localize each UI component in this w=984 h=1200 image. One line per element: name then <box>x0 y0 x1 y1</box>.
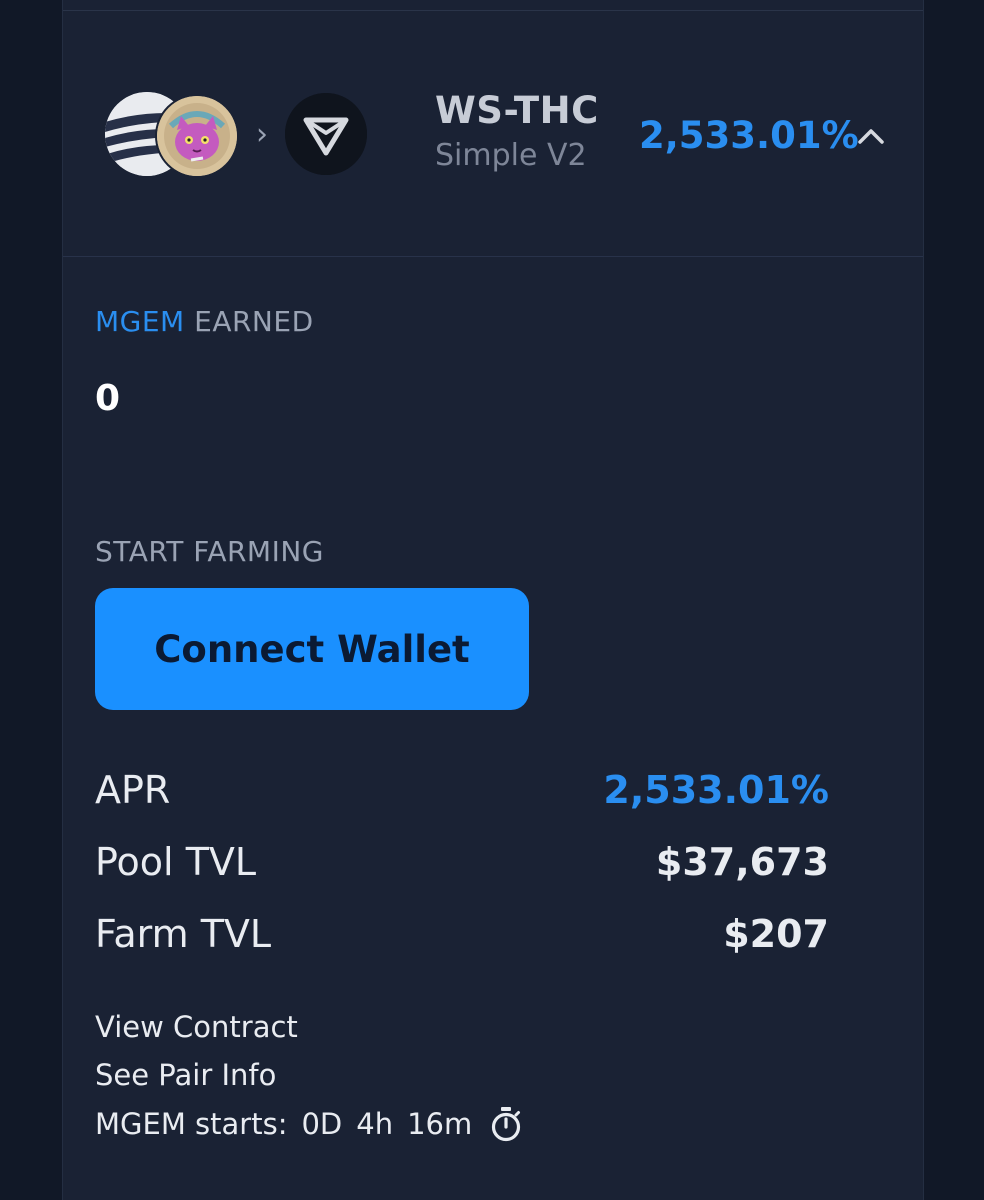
stat-row-pool-tvl: Pool TVL $37,673 <box>95 836 829 888</box>
countdown-minutes: 16m <box>407 1107 473 1141</box>
header-apr: 2,533.01% <box>639 114 859 157</box>
stat-label: Pool TVL <box>95 840 257 884</box>
stat-row-apr: APR 2,533.01% <box>95 764 829 816</box>
pair-name: WS-THC <box>435 89 599 132</box>
view-contract-link[interactable]: View Contract <box>95 1010 298 1044</box>
chevron-up-icon[interactable] <box>856 123 886 147</box>
farm-card-header[interactable]: › WS-THC Simple V2 2,533.01% <box>63 11 923 257</box>
stopwatch-icon <box>492 1107 521 1142</box>
stat-row-farm-tvl: Farm TVL $207 <box>95 908 829 960</box>
stat-value: 2,533.01% <box>603 768 829 812</box>
start-farming-label: START FARMING <box>95 535 324 568</box>
stat-label: APR <box>95 768 171 812</box>
v-logo-token-icon <box>285 93 367 175</box>
stat-label: Farm TVL <box>95 912 272 956</box>
earned-label: MGEM EARNED <box>95 305 314 338</box>
mgem-countdown: MGEM starts: 0D 4h 16m <box>95 1106 522 1142</box>
countdown-days: 0D <box>301 1107 343 1141</box>
farm-card: › WS-THC Simple V2 2,533.01% MGEM EARNED… <box>62 0 924 1200</box>
pair-subtitle: Simple V2 <box>435 138 587 173</box>
stat-value: $37,673 <box>655 840 829 884</box>
earned-word: EARNED <box>194 305 314 338</box>
stat-value: $207 <box>723 912 829 956</box>
countdown-label: MGEM starts: <box>95 1107 288 1141</box>
cat-token-icon <box>157 96 237 176</box>
connect-wallet-button[interactable]: Connect Wallet <box>95 588 529 710</box>
countdown-hours: 4h <box>356 1107 394 1141</box>
see-pair-info-link[interactable]: See Pair Info <box>95 1058 276 1092</box>
earned-value: 0 <box>95 378 121 419</box>
earned-token-name: MGEM <box>95 305 185 338</box>
chevron-right-icon: › <box>256 117 268 152</box>
